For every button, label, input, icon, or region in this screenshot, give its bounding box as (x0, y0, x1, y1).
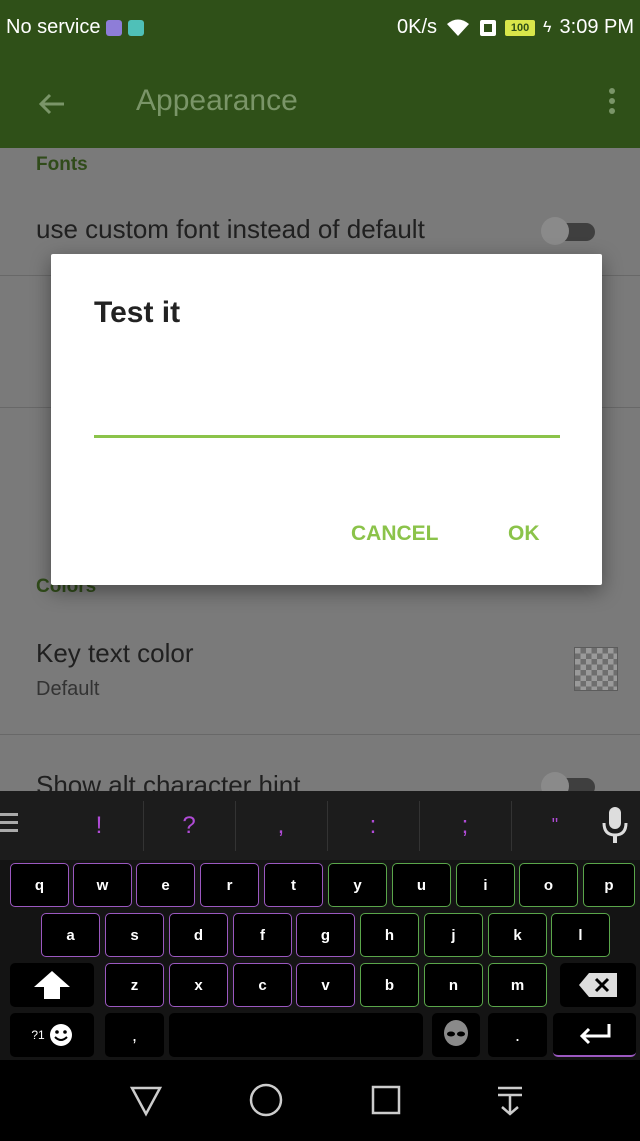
alt-hint-switch[interactable] (541, 772, 597, 791)
space-key[interactable] (169, 1013, 423, 1057)
suggestion-key[interactable]: ! (56, 791, 142, 860)
key-a[interactable]: a (41, 913, 100, 957)
network-speed-text: 0K/s (397, 16, 438, 38)
carrier-text: No service (6, 16, 101, 38)
key-k[interactable]: k (488, 913, 547, 957)
backspace-icon (579, 973, 617, 997)
key-q[interactable]: q (10, 863, 69, 907)
suggestion-key[interactable]: " (512, 791, 598, 860)
key-p[interactable]: p (583, 863, 635, 907)
suggestion-key[interactable]: ; (420, 791, 510, 860)
emoji-icon (49, 1024, 72, 1046)
key-t[interactable]: t (264, 863, 323, 907)
alien-icon (444, 1020, 468, 1046)
period-key[interactable]: . (488, 1013, 547, 1057)
key-x[interactable]: x (169, 963, 228, 1007)
status-left: No service (6, 16, 145, 39)
alien-emoji-key[interactable] (432, 1013, 480, 1057)
menu-icon[interactable] (0, 813, 18, 835)
ok-button[interactable]: OK (508, 522, 540, 546)
comma-key[interactable]: , (105, 1013, 164, 1057)
sim-icon (480, 19, 497, 36)
key-l[interactable]: l (551, 913, 610, 957)
android-notification-icon (128, 19, 145, 36)
more-options-icon[interactable] (606, 84, 618, 124)
page-title: Appearance (136, 84, 298, 117)
key-f[interactable]: f (233, 913, 292, 957)
key-e[interactable]: e (136, 863, 195, 907)
suggestion-key[interactable]: ? (144, 791, 234, 860)
key-z[interactable]: z (105, 963, 164, 1007)
key-w[interactable]: w (73, 863, 132, 907)
soft-keyboard: ! ? , : ; " q w e r t y u i o p a s d f … (0, 791, 640, 1060)
key-i[interactable]: i (456, 863, 515, 907)
nav-home-icon[interactable] (246, 1080, 286, 1120)
navigation-bar (0, 1060, 640, 1141)
shift-icon (34, 971, 70, 999)
key-m[interactable]: m (488, 963, 547, 1007)
fonts-section-header: Fonts (36, 154, 88, 175)
key-g[interactable]: g (296, 913, 355, 957)
comma-label: , (131, 1024, 137, 1045)
wifi-icon (447, 19, 470, 36)
key-text-color-label: Key text color (36, 638, 194, 668)
cancel-button[interactable]: CANCEL (351, 522, 439, 546)
symbols-label: ?1 (31, 1028, 45, 1042)
key-y[interactable]: y (328, 863, 387, 907)
nav-notifications-icon[interactable] (490, 1080, 530, 1120)
key-b[interactable]: b (360, 963, 419, 1007)
test-text-input[interactable] (94, 394, 560, 438)
key-text-color-value: Default (36, 678, 100, 700)
alt-hint-label: Show alt character hint (36, 770, 301, 791)
key-s[interactable]: s (105, 913, 164, 957)
nav-recents-icon[interactable] (366, 1080, 406, 1120)
key-u[interactable]: u (392, 863, 451, 907)
app-toolbar: Appearance (0, 60, 640, 148)
shift-key[interactable] (10, 963, 94, 1007)
key-j[interactable]: j (424, 913, 483, 957)
enter-key[interactable] (553, 1013, 636, 1057)
key-n[interactable]: n (424, 963, 483, 1007)
charging-icon: ϟ (543, 18, 552, 36)
backspace-key[interactable] (560, 963, 636, 1007)
custom-font-label: use custom font instead of default (36, 214, 425, 244)
key-d[interactable]: d (169, 913, 228, 957)
color-preview-swatch[interactable] (574, 647, 618, 691)
key-o[interactable]: o (519, 863, 578, 907)
status-bar: No service 0K/s 100 ϟ 3:09 PM (0, 0, 640, 60)
enter-icon (579, 1024, 610, 1045)
key-v[interactable]: v (296, 963, 355, 1007)
status-right: 0K/s 100 ϟ 3:09 PM (397, 16, 634, 39)
keyboard-notification-icon (106, 19, 123, 36)
symbols-emoji-key[interactable]: ?1 (10, 1013, 94, 1057)
suggestion-key[interactable]: : (328, 791, 418, 860)
key-h[interactable]: h (360, 913, 419, 957)
nav-back-icon[interactable] (126, 1080, 166, 1120)
suggestion-key[interactable]: , (236, 791, 326, 860)
key-r[interactable]: r (200, 863, 259, 907)
key-c[interactable]: c (233, 963, 292, 1007)
test-dialog: Test it CANCEL OK (51, 254, 602, 585)
dialog-title: Test it (94, 296, 181, 329)
divider (0, 734, 640, 735)
suggestion-strip: ! ? , : ; " (0, 791, 640, 860)
clock-text: 3:09 PM (559, 16, 634, 38)
battery-icon: 100 (505, 19, 536, 36)
period-label: . (514, 1024, 520, 1045)
microphone-icon[interactable] (598, 805, 632, 845)
back-arrow-icon[interactable] (30, 82, 74, 126)
custom-font-switch[interactable] (541, 217, 597, 245)
